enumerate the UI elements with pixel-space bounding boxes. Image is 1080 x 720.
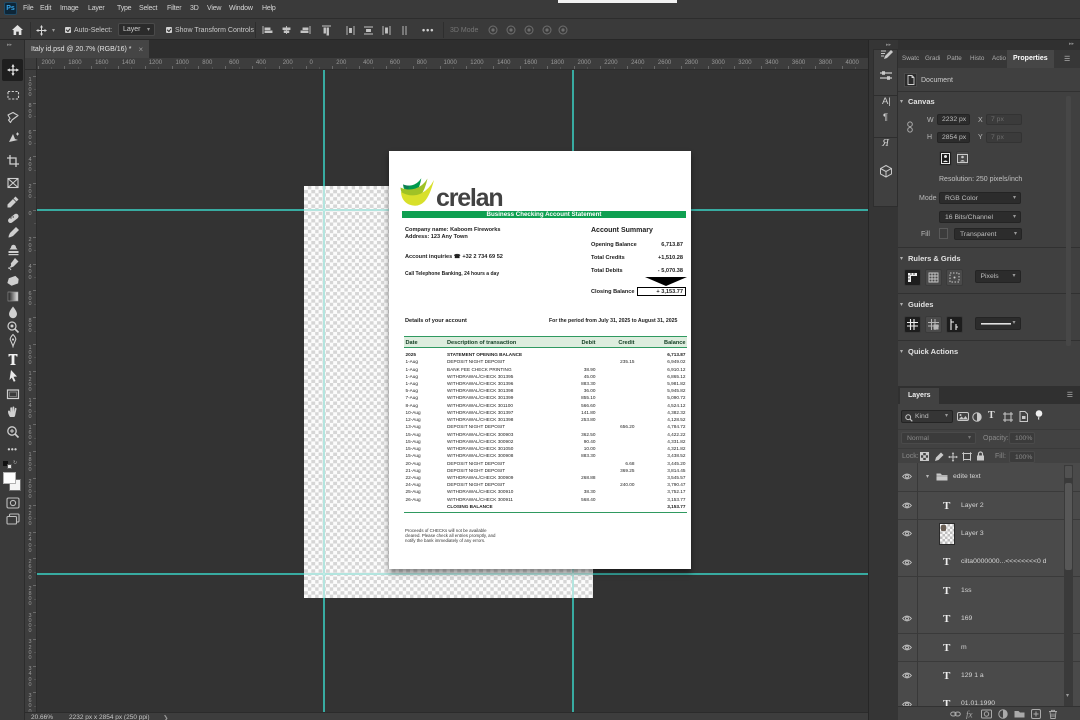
svg-text:A|: A| [882,96,891,107]
svg-text:Я: Я [881,138,890,149]
svg-text:fx: fx [966,710,973,720]
svg-text:¶: ¶ [883,112,888,123]
